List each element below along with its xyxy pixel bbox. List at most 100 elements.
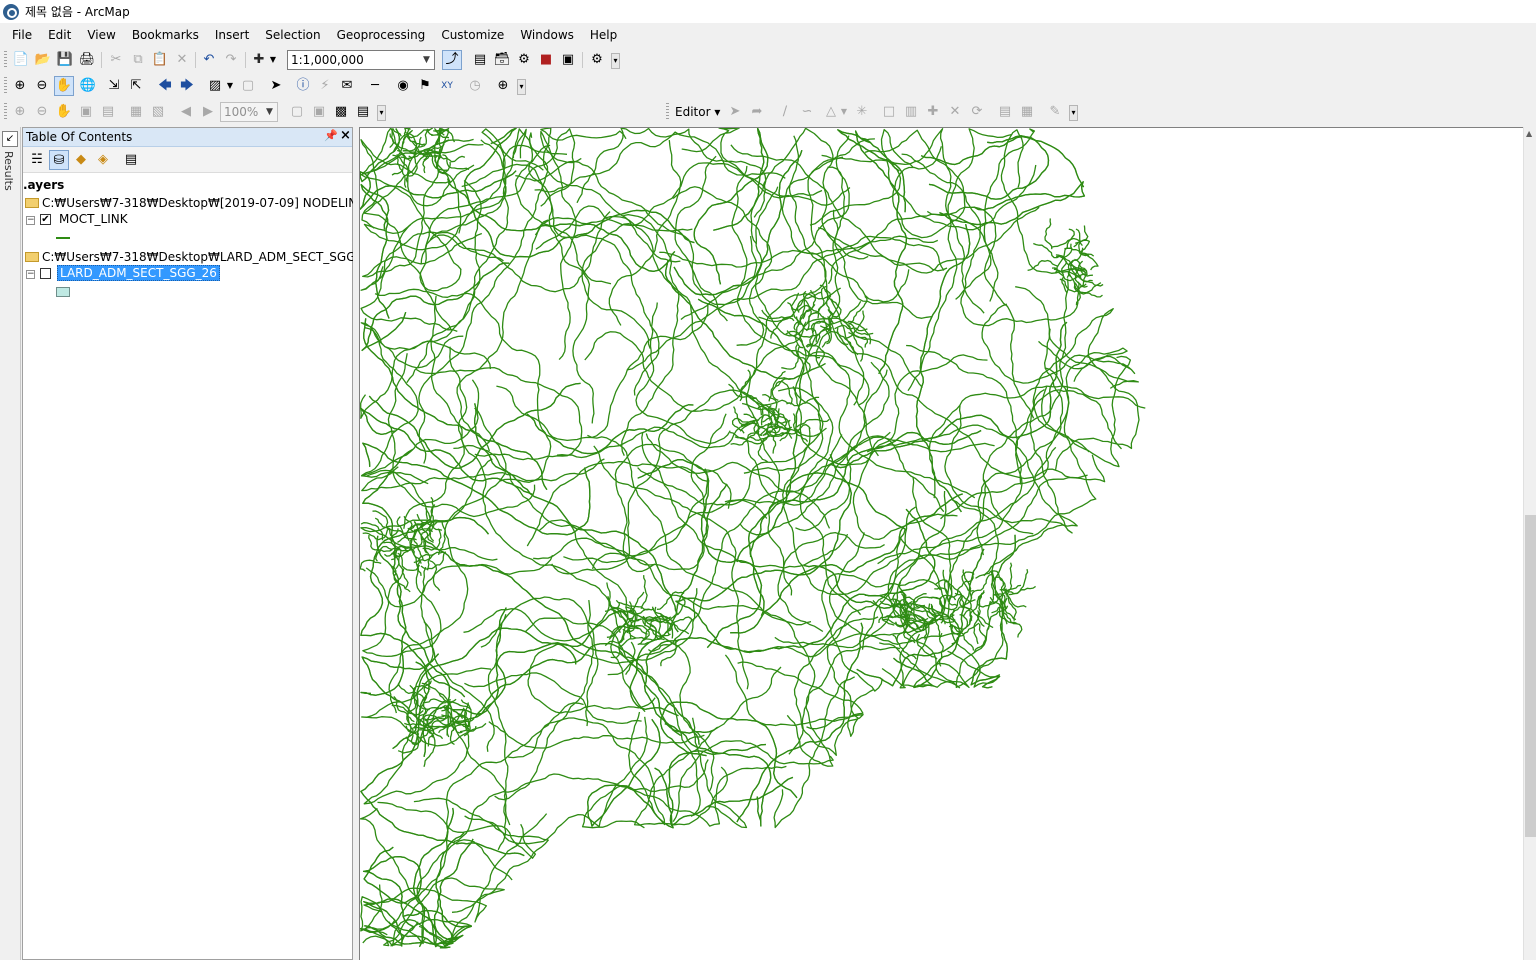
list-by-source-icon[interactable]: ⛁ xyxy=(49,150,69,170)
chevron-down-icon[interactable]: ▼ xyxy=(419,51,434,69)
results-tab[interactable]: Results xyxy=(2,151,15,191)
html-popup-icon[interactable]: ✉ xyxy=(337,76,357,96)
toolbar-grip[interactable] xyxy=(4,77,7,95)
menu-selection[interactable]: Selection xyxy=(257,23,328,47)
menu-insert[interactable]: Insert xyxy=(207,23,257,47)
copy-icon[interactable]: ⧉ xyxy=(128,50,148,70)
zoom-out-icon[interactable]: ⊖ xyxy=(32,76,52,96)
collapse-icon[interactable]: − xyxy=(26,216,35,225)
redo-icon[interactable]: ↷ xyxy=(221,50,241,70)
fixed-zoom-in-icon[interactable]: ▦ xyxy=(126,102,146,122)
measure-icon[interactable]: ─ xyxy=(365,76,385,96)
zoom-100-icon[interactable]: ▤ xyxy=(98,102,118,122)
chevron-down-icon[interactable]: ▼ xyxy=(839,102,849,122)
polygon-symbol-icon[interactable] xyxy=(56,287,70,297)
vertical-scrollbar[interactable]: ▲ xyxy=(1523,127,1536,960)
toolbar-grip[interactable] xyxy=(4,51,7,69)
forward-extent-icon[interactable]: ▶ xyxy=(198,102,218,122)
hyperlink-icon[interactable]: ⚡ xyxy=(315,76,335,96)
menu-windows[interactable]: Windows xyxy=(512,23,582,47)
scrollbar-thumb[interactable] xyxy=(1525,515,1536,837)
point-icon[interactable]: ✳ xyxy=(852,102,872,122)
attributes-icon[interactable]: ▤ xyxy=(995,102,1015,122)
menu-file[interactable]: File xyxy=(4,23,40,47)
paste-icon[interactable]: 📋 xyxy=(150,50,170,70)
chevron-down-icon[interactable]: ▼ xyxy=(224,76,236,96)
endpoint-arc-icon[interactable]: ∽ xyxy=(797,102,817,122)
toggle-draft-mode-icon[interactable]: ▢ xyxy=(287,102,307,122)
menu-help[interactable]: Help xyxy=(582,23,625,47)
catalog-icon[interactable]: 🗃 xyxy=(492,50,512,70)
toolbar-options-icon[interactable]: ▾ xyxy=(1069,105,1078,121)
layout-pan-icon[interactable]: ✋ xyxy=(54,102,74,122)
menu-view[interactable]: View xyxy=(79,23,123,47)
cut-icon[interactable]: ✂ xyxy=(106,50,126,70)
table-of-contents-icon[interactable]: ▤ xyxy=(470,50,490,70)
menu-customize[interactable]: Customize xyxy=(433,23,512,47)
layout-zoom-out-icon[interactable]: ⊖ xyxy=(32,102,52,122)
data-driven-pages-icon[interactable]: ▤ xyxy=(353,102,373,122)
results-icon[interactable]: ↙ xyxy=(2,131,18,147)
toolbar-options-icon[interactable]: ▾ xyxy=(611,53,620,69)
focus-data-frame-icon[interactable]: ▣ xyxy=(309,102,329,122)
line-symbol-icon[interactable] xyxy=(56,237,70,239)
create-features-icon[interactable]: ✎ xyxy=(1045,102,1065,122)
toolbar-grip[interactable] xyxy=(4,103,7,121)
layer-visibility-checkbox[interactable] xyxy=(40,268,51,279)
chevron-down-icon[interactable]: ▼ xyxy=(262,103,277,121)
menu-edit[interactable]: Edit xyxy=(40,23,79,47)
open-icon[interactable]: 📂 xyxy=(33,50,53,70)
zoom-whole-page-icon[interactable]: ▣ xyxy=(76,102,96,122)
menu-geoprocessing[interactable]: Geoprocessing xyxy=(329,23,434,47)
scroll-up-icon[interactable]: ▲ xyxy=(1526,129,1532,138)
layer-moct-link[interactable]: MOCT_LINK xyxy=(59,210,128,228)
identify-icon[interactable]: ⓘ xyxy=(293,76,313,96)
search-icon[interactable]: ⚙ xyxy=(514,50,534,70)
layers-root[interactable]: .ayers xyxy=(23,176,64,194)
editor-menu[interactable]: Editor ▾ xyxy=(675,102,720,122)
straight-segment-icon[interactable]: ∕ xyxy=(775,102,795,122)
pin-icon[interactable]: 📌 xyxy=(324,129,338,142)
fixed-zoom-out-icon[interactable]: ▧ xyxy=(148,102,168,122)
select-features-icon[interactable]: ▨ xyxy=(205,76,225,96)
toolbar-grip[interactable] xyxy=(666,103,669,121)
editor-toolbar-icon[interactable]: ⤴ xyxy=(442,50,462,70)
go-to-xy-icon[interactable]: XY xyxy=(437,76,457,96)
full-extent-icon[interactable]: 🌐 xyxy=(78,76,98,96)
map-scale-combo[interactable]: 1:1,000,000 ▼ xyxy=(287,50,435,70)
collapse-icon[interactable]: − xyxy=(26,270,35,279)
sketch-properties-icon[interactable]: ▦ xyxy=(1017,102,1037,122)
clear-selection-icon[interactable]: ▢ xyxy=(238,76,258,96)
zoom-in-icon[interactable]: ⊕ xyxy=(10,76,30,96)
save-icon[interactable]: 💾 xyxy=(55,50,75,70)
fixed-zoom-in-icon[interactable]: ⇲ xyxy=(104,76,124,96)
pan-icon[interactable]: ✋ xyxy=(54,76,74,96)
change-layout-icon[interactable]: ▩ xyxy=(331,102,351,122)
find-icon[interactable]: ◉ xyxy=(393,76,413,96)
cut-polygons-icon[interactable]: ✚ xyxy=(923,102,943,122)
arctoolbox-icon[interactable]: ■ xyxy=(536,50,556,70)
menu-bookmarks[interactable]: Bookmarks xyxy=(124,23,207,47)
layer-lard-adm[interactable]: LARD_ADM_SECT_SGG_26 xyxy=(57,264,220,282)
back-extent-icon[interactable]: 🡄 xyxy=(155,76,175,96)
reshape-feature-icon[interactable]: ▥ xyxy=(901,102,921,122)
layout-zoom-in-icon[interactable]: ⊕ xyxy=(10,102,30,122)
arcmap-globe-icon[interactable] xyxy=(3,3,19,20)
print-icon[interactable]: 🖨 xyxy=(77,50,97,70)
undo-icon[interactable]: ↶ xyxy=(199,50,219,70)
layer-visibility-checkbox[interactable]: ✔ xyxy=(40,214,51,225)
edit-tool-icon[interactable]: ➤ xyxy=(725,102,745,122)
trace-icon[interactable]: △ xyxy=(821,102,841,122)
add-data-icon[interactable]: ✚ xyxy=(249,50,269,70)
edit-vertices-icon[interactable]: □ xyxy=(879,102,899,122)
list-by-visibility-icon[interactable]: ◆ xyxy=(71,150,91,170)
delete-icon[interactable]: ✕ xyxy=(172,50,192,70)
map-display[interactable] xyxy=(359,127,1523,960)
edit-annotation-icon[interactable]: ➦ xyxy=(747,102,767,122)
close-icon[interactable]: × xyxy=(340,128,351,143)
split-tool-icon[interactable]: ✕ xyxy=(945,102,965,122)
create-viewer-icon[interactable]: ⊕ xyxy=(493,76,513,96)
zoom-percent-combo[interactable]: 100% ▼ xyxy=(220,102,278,122)
find-route-icon[interactable]: ⚑ xyxy=(415,76,435,96)
rotate-icon[interactable]: ⟳ xyxy=(967,102,987,122)
